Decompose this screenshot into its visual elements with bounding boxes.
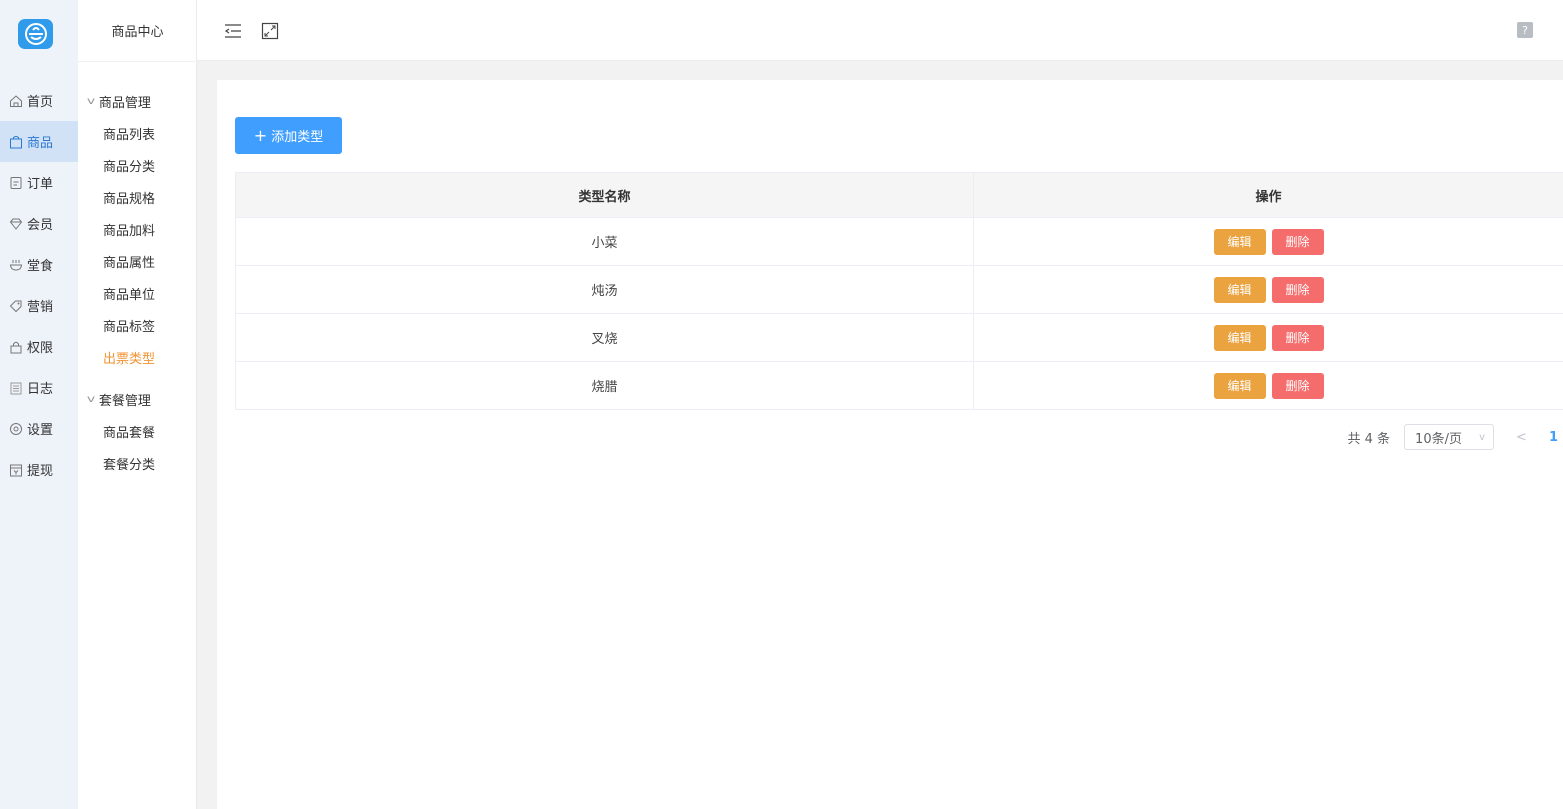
chevron-down-icon: v <box>86 394 96 405</box>
add-type-label: 添加类型 <box>271 130 324 145</box>
help-icon[interactable]: ? <box>1517 22 1533 38</box>
submenu-item-combo-category[interactable]: 套餐分类 <box>103 454 155 473</box>
prev-page-icon[interactable]: < <box>1516 430 1527 445</box>
app-logo-icon[interactable] <box>18 19 53 49</box>
top-bar: ? <box>197 0 1563 61</box>
chevron-down-icon: v <box>1479 431 1486 443</box>
table-row: 烧腊 编辑 删除 <box>235 361 1563 410</box>
tag-icon <box>9 299 23 313</box>
delete-button[interactable]: 删除 <box>1271 372 1324 399</box>
sidebar-item-dine-in[interactable]: 堂食 <box>0 244 78 285</box>
diamond-icon <box>9 217 23 231</box>
submenu-item-goods-attribute[interactable]: 商品属性 <box>103 252 155 271</box>
dine-in-icon <box>9 258 23 272</box>
log-icon <box>9 381 23 395</box>
actions-cell: 编辑 删除 <box>973 217 1563 266</box>
plus-icon: + <box>253 125 268 145</box>
actions-cell: 编辑 删除 <box>973 361 1563 410</box>
submenu-item-goods-addon[interactable]: 商品加料 <box>103 220 155 239</box>
type-name-cell: 炖汤 <box>235 265 974 314</box>
type-name-cell: 烧腊 <box>235 361 974 410</box>
withdraw-icon <box>9 463 23 477</box>
sidebar-item-label: 营销 <box>27 300 54 315</box>
actions-cell: 编辑 删除 <box>973 313 1563 362</box>
submenu-item-goods-combo[interactable]: 商品套餐 <box>103 422 155 441</box>
sidebar-item-withdraw[interactable]: 提现 <box>0 449 78 490</box>
order-icon <box>9 176 23 190</box>
pagination-total: 共 4 条 <box>1347 431 1391 447</box>
sidebar-item-members[interactable]: 会员 <box>0 203 78 244</box>
content-card: + 添加类型 类型名称 操作 小菜 编辑 删除 炖汤 编辑 删除 叉烧 编辑 删… <box>217 80 1563 809</box>
submenu-item-goods-category[interactable]: 商品分类 <box>103 156 155 175</box>
table-header-row: 类型名称 操作 <box>235 172 1563 218</box>
main-sidebar: 首页 商品 订单 会员 堂食 营销 权限 日志 设置 提现 <box>0 0 78 809</box>
delete-button[interactable]: 删除 <box>1271 228 1324 255</box>
add-type-button[interactable]: + 添加类型 <box>235 117 342 154</box>
submenu-item-goods-list[interactable]: 商品列表 <box>103 124 155 143</box>
edit-button[interactable]: 编辑 <box>1213 324 1266 351</box>
pagination: 共 4 条 10条/页 v < 1 <box>1348 424 1563 450</box>
type-name-cell: 小菜 <box>235 217 974 266</box>
submenu-group-label: 商品管理 <box>98 96 151 111</box>
column-header-type-name: 类型名称 <box>235 172 974 218</box>
page-number-current[interactable]: 1 <box>1549 430 1558 445</box>
submenu-item-goods-spec[interactable]: 商品规格 <box>103 188 155 207</box>
submenu-item-ticket-type[interactable]: 出票类型 <box>103 348 155 367</box>
sidebar-item-logs[interactable]: 日志 <box>0 367 78 408</box>
page-size-value: 10条/页 <box>1415 431 1462 447</box>
edit-button[interactable]: 编辑 <box>1213 276 1266 303</box>
collapse-menu-icon[interactable] <box>223 21 243 41</box>
sidebar-item-goods[interactable]: 商品 <box>0 121 78 162</box>
submenu-item-goods-label[interactable]: 商品标签 <box>103 316 155 335</box>
submenu-group-goods-management[interactable]: v 商品管理 <box>86 92 151 111</box>
page-size-select[interactable]: 10条/页 v <box>1404 424 1495 450</box>
sidebar-item-label: 订单 <box>27 177 54 192</box>
delete-button[interactable]: 删除 <box>1271 324 1324 351</box>
sidebar-item-orders[interactable]: 订单 <box>0 162 78 203</box>
ticket-type-table: 类型名称 操作 小菜 编辑 删除 炖汤 编辑 删除 叉烧 编辑 删除 烧腊 编辑… <box>235 172 1563 410</box>
table-row: 炖汤 编辑 删除 <box>235 265 1563 314</box>
sidebar-item-settings[interactable]: 设置 <box>0 408 78 449</box>
table-row: 小菜 编辑 删除 <box>235 217 1563 266</box>
sidebar-item-label: 会员 <box>27 218 54 233</box>
delete-button[interactable]: 删除 <box>1271 276 1324 303</box>
settings-icon <box>9 422 23 436</box>
edit-button[interactable]: 编辑 <box>1213 228 1266 255</box>
fullscreen-icon[interactable] <box>260 21 280 41</box>
sidebar-item-label: 堂食 <box>27 259 54 274</box>
sidebar-item-label: 权限 <box>27 341 54 356</box>
sidebar-item-label: 提现 <box>27 464 54 479</box>
type-name-cell: 叉烧 <box>235 313 974 362</box>
submenu-panel: 商品中心 v 商品管理 商品列表 商品分类 商品规格 商品加料 商品属性 商品单… <box>78 0 197 809</box>
sidebar-item-permissions[interactable]: 权限 <box>0 326 78 367</box>
bag-icon <box>9 135 23 149</box>
sidebar-item-label: 设置 <box>27 423 54 438</box>
column-header-actions: 操作 <box>973 172 1563 218</box>
submenu-group-label: 套餐管理 <box>98 394 151 409</box>
submenu-group-combo-management[interactable]: v 套餐管理 <box>86 390 151 409</box>
submenu-item-goods-unit[interactable]: 商品单位 <box>103 284 155 303</box>
sidebar-item-home[interactable]: 首页 <box>0 80 78 121</box>
home-icon <box>9 94 23 108</box>
sidebar-item-label: 日志 <box>27 382 54 397</box>
actions-cell: 编辑 删除 <box>973 265 1563 314</box>
sidebar-item-marketing[interactable]: 营销 <box>0 285 78 326</box>
lock-icon <box>9 340 23 354</box>
edit-button[interactable]: 编辑 <box>1213 372 1266 399</box>
sidebar-item-label: 商品 <box>27 136 54 151</box>
sidebar-item-label: 首页 <box>27 95 54 110</box>
chevron-down-icon: v <box>86 96 96 107</box>
table-row: 叉烧 编辑 删除 <box>235 313 1563 362</box>
submenu-title: 商品中心 <box>78 0 197 62</box>
app: 首页 商品 订单 会员 堂食 营销 权限 日志 设置 提现 商品中心 v 商品管… <box>0 0 1563 809</box>
